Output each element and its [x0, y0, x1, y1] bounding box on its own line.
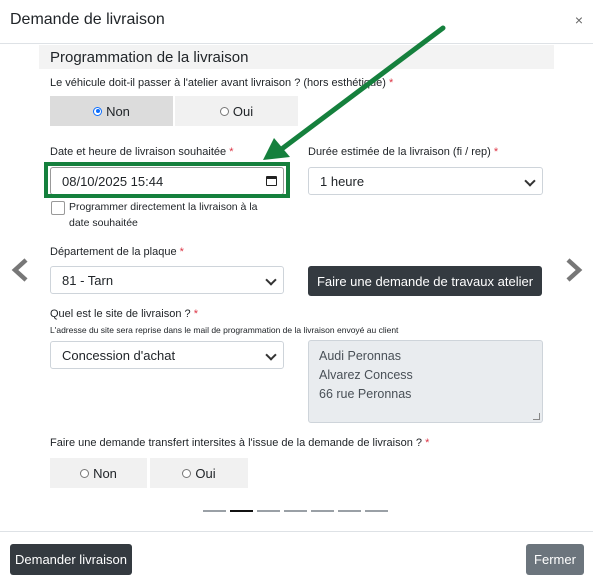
site-note: L'adresse du site sera reprise dans le m…	[50, 325, 399, 335]
section-header: Programmation de la livraison	[39, 45, 554, 69]
plate-department-value: 81 - Tarn	[62, 272, 114, 288]
radio-unchecked-icon	[219, 106, 229, 116]
carousel-indicator[interactable]	[257, 510, 280, 512]
radio-checked-icon	[93, 106, 103, 116]
direct-schedule-checkbox[interactable]	[51, 201, 65, 215]
required-mark: *	[425, 437, 430, 449]
chevron-right-icon[interactable]	[561, 258, 585, 282]
site-select[interactable]: Concession d'achat	[50, 341, 284, 369]
plate-department-select[interactable]: 81 - Tarn	[50, 266, 284, 294]
close-icon[interactable]: ×	[575, 12, 583, 28]
carousel-indicator[interactable]	[365, 510, 388, 512]
address-line: Audi Peronnas	[319, 349, 402, 363]
chevron-down-icon	[524, 175, 536, 187]
address-line: Alvarez Concess	[319, 368, 413, 382]
site-value: Concession d'achat	[62, 347, 176, 363]
direct-schedule-label-line2: date souhaitée	[69, 217, 138, 229]
option-label: Non	[93, 465, 117, 481]
close-button[interactable]: Fermer	[526, 544, 584, 575]
carousel-indicator[interactable]	[203, 510, 226, 512]
duration-label: Durée estimée de la livraison (fi / rep)…	[308, 146, 498, 158]
direct-schedule-label-line1: Programmer directement la livraison à la	[69, 201, 258, 213]
modal-header: Demande de livraison ×	[0, 0, 593, 44]
required-mark: *	[193, 308, 198, 320]
plate-department-label-text: Département de la plaque	[50, 246, 177, 258]
carousel-indicator[interactable]	[311, 510, 334, 512]
option-label: Oui	[232, 103, 254, 119]
delivery-date-label-text: Date et heure de livraison souhaitée	[50, 146, 227, 158]
transfer-question-option-non[interactable]: Non	[50, 458, 147, 488]
vehicle-question-radio-group: Non Oui	[50, 96, 298, 126]
transfer-question-label: Faire une demande transfert intersites à…	[50, 437, 429, 449]
option-label: Non	[106, 103, 130, 119]
footer-divider	[0, 531, 593, 532]
section-title: Programmation de la livraison	[50, 49, 249, 66]
resize-handle[interactable]	[533, 413, 540, 420]
chevron-down-icon	[265, 349, 277, 361]
modal-title: Demande de livraison	[10, 11, 165, 28]
site-label-text: Quel est le site de livraison ?	[50, 308, 191, 320]
radio-unchecked-icon	[182, 468, 192, 478]
request-delivery-button[interactable]: Demander livraison	[10, 544, 132, 575]
vehicle-question-text: Le véhicule doit-il passer à l'atelier a…	[50, 77, 386, 89]
transfer-question-text: Faire une demande transfert intersites à…	[50, 437, 423, 449]
chevron-down-icon	[265, 274, 277, 286]
required-mark: *	[229, 146, 234, 158]
transfer-question-radio-group: Non Oui	[50, 458, 248, 488]
site-label: Quel est le site de livraison ? *	[50, 308, 198, 320]
required-mark: *	[493, 146, 499, 158]
transfer-question-option-oui[interactable]: Oui	[150, 458, 248, 488]
chevron-left-icon[interactable]	[9, 258, 33, 282]
duration-value: 1 heure	[320, 173, 365, 189]
delivery-date-label: Date et heure de livraison souhaitée *	[50, 146, 233, 158]
option-label: Oui	[195, 465, 216, 481]
carousel-indicator[interactable]	[338, 510, 361, 512]
vehicle-question-label: Le véhicule doit-il passer à l'atelier a…	[50, 77, 393, 89]
duration-label-text: Durée estimée de la livraison (fi / rep)	[308, 146, 491, 158]
vehicle-question-option-non[interactable]: Non	[50, 96, 173, 126]
carousel-indicator[interactable]	[230, 510, 253, 512]
required-mark: *	[179, 246, 184, 258]
highlight-box	[44, 162, 290, 198]
vehicle-question-option-oui[interactable]: Oui	[175, 96, 298, 126]
workshop-request-button[interactable]: Faire une demande de travaux atelier	[308, 266, 542, 296]
duration-select[interactable]: 1 heure	[308, 167, 543, 195]
radio-unchecked-icon	[80, 468, 90, 478]
plate-department-label: Département de la plaque *	[50, 246, 184, 258]
site-address-textarea[interactable]: Audi Peronnas Alvarez Concess 66 rue Per…	[308, 340, 543, 423]
address-line: 66 rue Peronnas	[319, 387, 412, 401]
carousel-indicator[interactable]	[284, 510, 307, 512]
carousel-indicators	[203, 510, 388, 512]
required-mark: *	[389, 77, 394, 89]
